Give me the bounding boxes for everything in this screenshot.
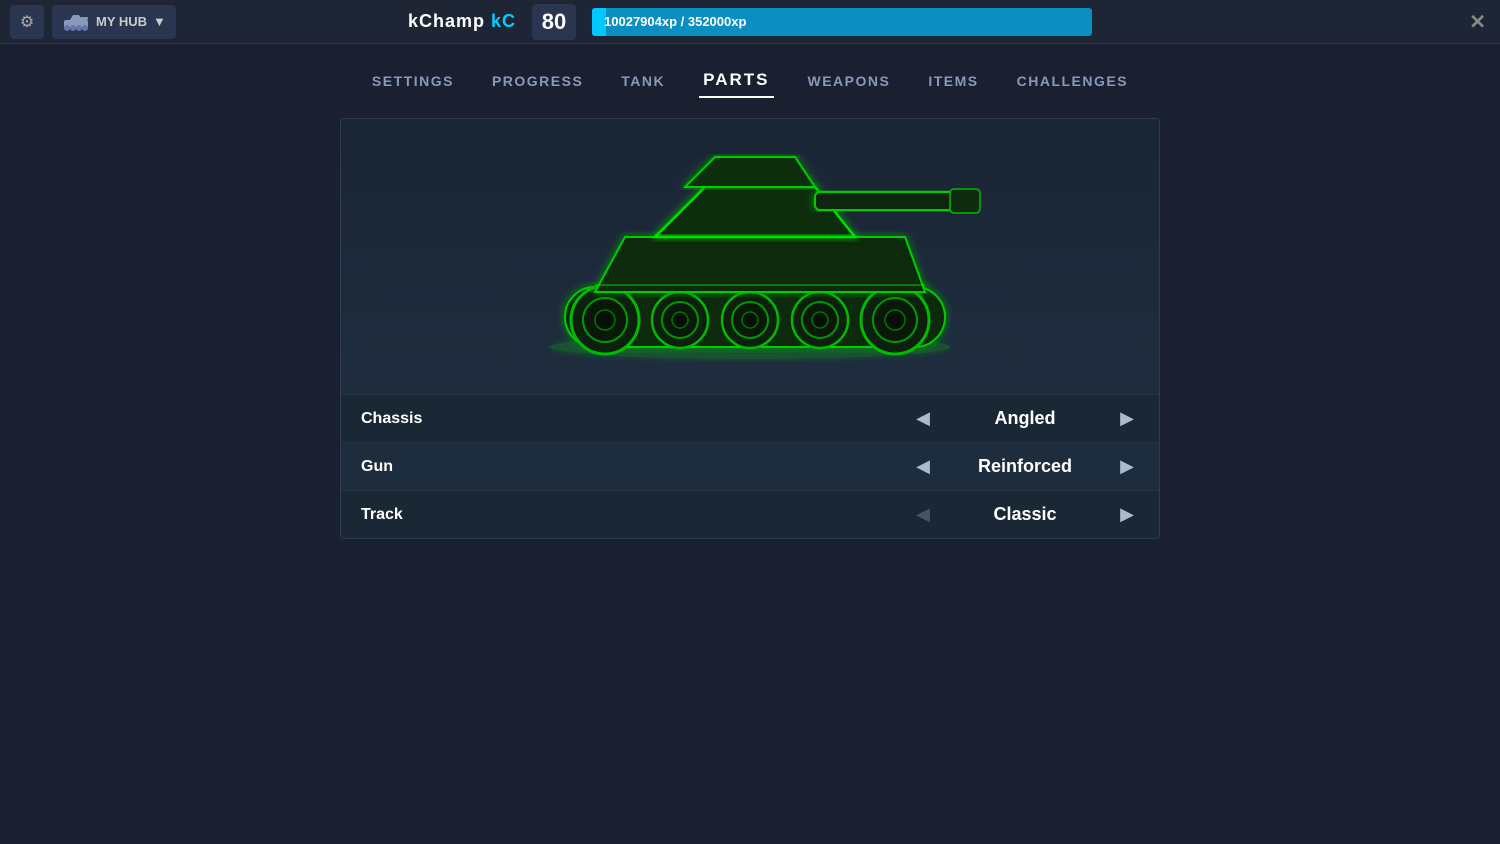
gun-value: Reinforced [955,456,1095,477]
parts-panel: Chassis ◀ Angled ▶ Gun ◀ Reinforced ▶ Tr… [340,118,1160,539]
tab-tank[interactable]: TANK [617,67,669,95]
gun-prev-button[interactable]: ◀ [911,455,935,479]
gun-next-button[interactable]: ▶ [1115,455,1139,479]
chassis-value: Angled [955,408,1095,429]
part-name-track: Track [361,506,911,524]
level-badge: 80 [532,4,576,40]
tab-progress[interactable]: PROGRESS [488,67,587,95]
part-name-chassis: Chassis [361,410,911,428]
nav-tabs: SETTINGS PROGRESS TANK PARTS WEAPONS ITE… [368,64,1132,98]
chassis-controls: ◀ Angled ▶ [911,407,1139,431]
gun-controls: ◀ Reinforced ▶ [911,455,1139,479]
xp-bar: 10027904xp / 352000xp [592,8,1092,36]
hub-label: MY HUB [96,14,147,29]
part-name-gun: Gun [361,458,911,476]
tank-display [341,119,1159,394]
gear-icon: ⚙ [20,12,34,32]
track-next-button[interactable]: ▶ [1115,503,1139,527]
topbar: ⚙ MY HUB ▼ kChamp kC 80 10027904xp / 352… [0,0,1500,44]
xp-text: 10027904xp / 352000xp [604,14,746,29]
track-value: Classic [955,504,1095,525]
track-prev-button[interactable]: ◀ [911,503,935,527]
tab-parts[interactable]: PARTS [699,64,773,98]
dropdown-icon: ▼ [153,14,166,29]
my-hub-button[interactable]: MY HUB ▼ [52,5,176,39]
tab-challenges[interactable]: CHALLENGES [1013,67,1132,95]
main-content: SETTINGS PROGRESS TANK PARTS WEAPONS ITE… [0,44,1500,539]
chassis-next-button[interactable]: ▶ [1115,407,1139,431]
tank-icon [62,13,90,31]
topbar-left: ⚙ MY HUB ▼ [0,5,176,39]
tab-items[interactable]: ITEMS [924,67,982,95]
chassis-prev-button[interactable]: ◀ [911,407,935,431]
tank-image [505,137,995,377]
username-display: kChamp kC [408,11,516,32]
table-row: Chassis ◀ Angled ▶ [341,394,1159,442]
tab-settings[interactable]: SETTINGS [368,67,458,95]
table-row: Track ◀ Classic ▶ [341,490,1159,538]
table-row: Gun ◀ Reinforced ▶ [341,442,1159,490]
tab-weapons[interactable]: WEAPONS [804,67,895,95]
gear-button[interactable]: ⚙ [10,5,44,39]
track-controls: ◀ Classic ▶ [911,503,1139,527]
parts-table: Chassis ◀ Angled ▶ Gun ◀ Reinforced ▶ Tr… [341,394,1159,538]
close-button[interactable]: ✕ [1469,9,1486,34]
center-area: kChamp kC 80 10027904xp / 352000xp [408,4,1092,40]
